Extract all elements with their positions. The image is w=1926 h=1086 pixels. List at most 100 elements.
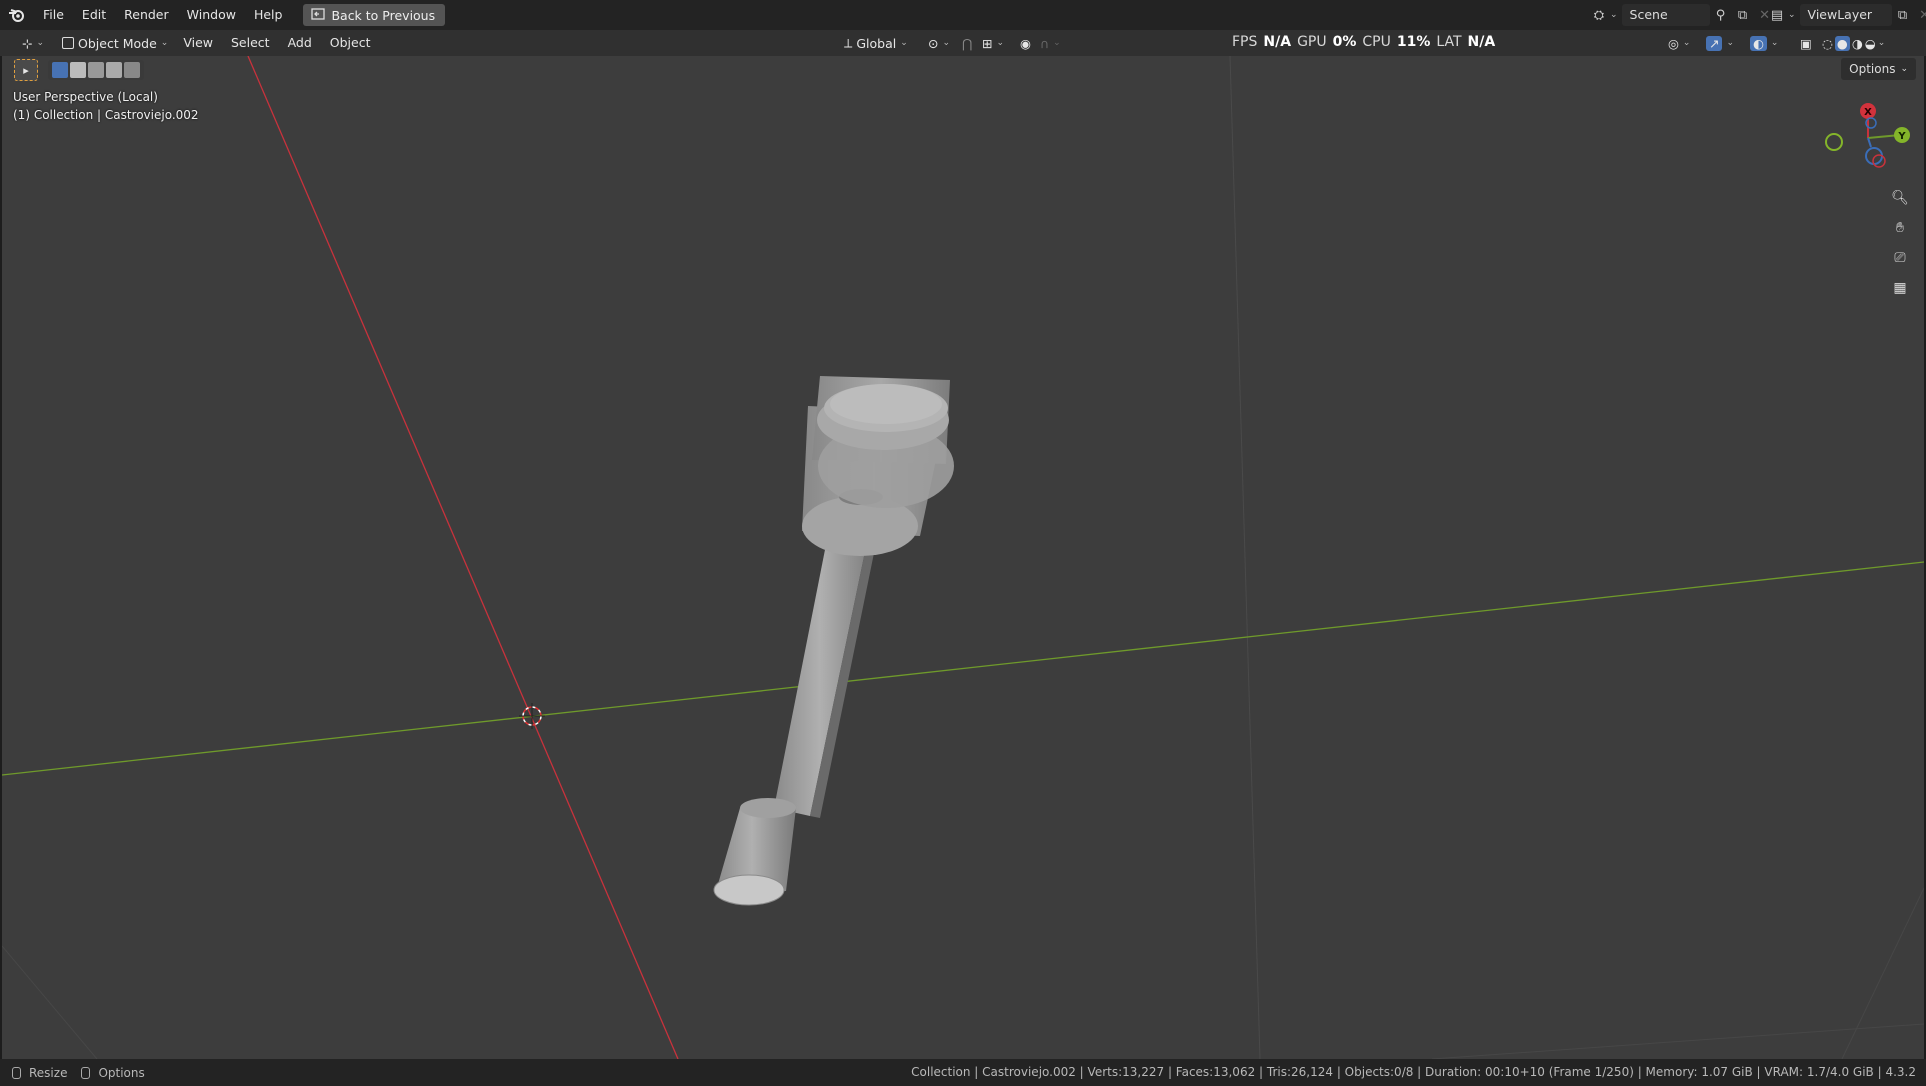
- orientation-icon: ⟂: [844, 35, 853, 50]
- mouse-right-icon: [81, 1066, 91, 1079]
- menu-edit[interactable]: Edit: [73, 4, 115, 26]
- select-invert-icon[interactable]: [106, 62, 122, 78]
- viewport-editor-icon: ⊹: [22, 35, 33, 51]
- wireframe-shading-icon[interactable]: ◌: [1822, 36, 1833, 51]
- gizmo-toggle[interactable]: ↗ ⌄: [1700, 32, 1740, 54]
- rendered-shading-icon[interactable]: ◒: [1865, 36, 1876, 51]
- menu-object[interactable]: Object: [321, 32, 380, 54]
- viewport-options-button[interactable]: Options ⌄: [1841, 58, 1916, 80]
- lat-value: N/A: [1467, 34, 1496, 50]
- snap-increment-icon: ⊞: [982, 35, 993, 51]
- gizmo-icon: ↗: [1706, 35, 1723, 51]
- pivot-icon: ⊙: [928, 35, 939, 51]
- status-bar: Resize Options Collection | Castroviejo.…: [0, 1059, 1926, 1086]
- chevron-down-icon: ⌄: [36, 38, 45, 48]
- chevron-down-icon: ⌄: [996, 38, 1005, 48]
- menu-render[interactable]: Render: [115, 4, 178, 26]
- shading-modes[interactable]: ◌ ● ◑ ◒ ⌄: [1816, 32, 1891, 54]
- mode-dropdown[interactable]: Object Mode ⌄: [56, 32, 174, 54]
- transform-orientation-dropdown[interactable]: ⟂ Global ⌄: [838, 32, 914, 54]
- pin-icon[interactable]: ⚲: [1710, 4, 1732, 26]
- gizmo-z-axis[interactable]: [1865, 147, 1883, 165]
- screen-back-icon: [311, 7, 326, 23]
- viewport-canvas: [2, 56, 1924, 1059]
- snap-target-dropdown[interactable]: ⊞ ⌄: [976, 32, 1010, 54]
- pivot-point-dropdown[interactable]: ⊙ ⌄: [922, 32, 956, 54]
- top-bar: File Edit Render Window Help Back to Pre…: [0, 0, 1926, 30]
- falloff-dropdown[interactable]: ∩ ⌄: [1034, 32, 1067, 54]
- chevron-down-icon: ⌄: [1726, 38, 1735, 48]
- falloff-curve-icon: ∩: [1040, 35, 1050, 51]
- performance-stats: FPS N/A GPU 0% CPU 11% LAT N/A: [1232, 30, 1495, 54]
- select-intersect-icon[interactable]: [124, 62, 140, 78]
- snap-toggle[interactable]: ⋂: [956, 32, 978, 54]
- chevron-down-icon: ⌄: [942, 38, 951, 48]
- camera-view-icon[interactable]: ⎚: [1886, 244, 1914, 272]
- chevron-down-icon: ⌄: [1610, 10, 1618, 20]
- navigation-gizmo[interactable]: X Y: [1824, 94, 1914, 174]
- new-view-layer-icon[interactable]: ⧉: [1892, 4, 1914, 26]
- gpu-value: 0%: [1332, 34, 1357, 50]
- select-tool-button[interactable]: ▸: [14, 59, 38, 81]
- overlays-toggle[interactable]: ◐ ⌄: [1744, 32, 1784, 54]
- select-extend-icon[interactable]: [70, 62, 86, 78]
- cpu-value: 11%: [1396, 34, 1431, 50]
- 3d-cursor-icon[interactable]: [519, 703, 545, 729]
- material-shading-icon[interactable]: ◑: [1852, 36, 1863, 51]
- editor-type-dropdown[interactable]: ⊹ ⌄: [16, 32, 50, 54]
- mouse-left-icon: [12, 1066, 21, 1079]
- menu-view[interactable]: View: [174, 32, 222, 54]
- cursor-arrow-icon: ▸: [23, 63, 29, 77]
- eye-icon: ◎: [1668, 35, 1679, 51]
- object-mode-icon: [62, 37, 75, 49]
- castroviejo-object[interactable]: [713, 376, 954, 906]
- select-tool-strip: ▸: [14, 58, 144, 82]
- proportional-editing-icon: ◉: [1020, 35, 1031, 51]
- view-layer-selector[interactable]: ▤ ⌄ ViewLayer ⧉ ✕: [1766, 4, 1926, 26]
- gizmo-x-label: X: [1864, 107, 1872, 118]
- view-layer-name-field[interactable]: ViewLayer: [1799, 4, 1892, 26]
- menu-add[interactable]: Add: [279, 32, 321, 54]
- menu-select[interactable]: Select: [222, 32, 279, 54]
- xray-icon: ▣: [1800, 35, 1812, 51]
- chevron-down-icon: ⌄: [1682, 38, 1691, 48]
- status-resize-label: Resize: [29, 1065, 68, 1080]
- 3d-viewport[interactable]: ▸ User Perspective (Local) (1) Collectio…: [2, 56, 1924, 1059]
- back-to-previous-button[interactable]: Back to Previous: [303, 4, 446, 26]
- solid-shading-icon[interactable]: ●: [1834, 35, 1850, 51]
- scene-name-field[interactable]: Scene: [1621, 4, 1710, 26]
- gizmo-y-label: Y: [1897, 131, 1906, 142]
- view-layer-icon: ▤: [1770, 7, 1784, 23]
- gpu-label: GPU: [1297, 34, 1327, 50]
- gizmo-neg-y-axis[interactable]: [1825, 133, 1843, 151]
- visibility-dropdown[interactable]: ◎ ⌄: [1662, 32, 1696, 54]
- menu-file[interactable]: File: [34, 4, 73, 26]
- cpu-label: CPU: [1362, 34, 1391, 50]
- lat-label: LAT: [1436, 34, 1462, 50]
- orthographic-grid-icon[interactable]: ▦: [1886, 274, 1914, 302]
- zoom-icon[interactable]: 🔍︎: [1886, 184, 1914, 212]
- selection-mode-group: [48, 60, 144, 80]
- mode-label: Object Mode: [78, 35, 157, 51]
- scene-statistics: Collection | Castroviejo.002 | Verts:13,…: [911, 1065, 1916, 1079]
- chevron-down-icon: ⌄: [1900, 64, 1908, 74]
- menu-help[interactable]: Help: [245, 4, 292, 26]
- chevron-down-icon: ⌄: [1053, 38, 1061, 48]
- pan-hand-icon[interactable]: ✋︎: [1886, 214, 1914, 242]
- xray-toggle[interactable]: ▣: [1794, 32, 1818, 54]
- overlays-icon: ◐: [1750, 35, 1767, 51]
- scene-selector[interactable]: ⛭ ⌄ Scene ⚲ ⧉ ✕: [1588, 4, 1776, 26]
- scene-icon: ⛭: [1593, 7, 1605, 23]
- blender-logo-icon[interactable]: [0, 0, 34, 30]
- select-set-icon[interactable]: [52, 62, 68, 78]
- chevron-down-icon: ⌄: [1877, 38, 1886, 48]
- select-subtract-icon[interactable]: [88, 62, 104, 78]
- magnet-icon: ⋂: [962, 35, 973, 51]
- menu-window[interactable]: Window: [178, 4, 245, 26]
- fps-label: FPS: [1232, 34, 1258, 50]
- delete-view-layer-icon[interactable]: ✕: [1914, 4, 1926, 26]
- grid-line: [1841, 887, 1924, 1059]
- new-scene-icon[interactable]: ⧉: [1732, 4, 1754, 26]
- chevron-down-icon: ⌄: [1788, 10, 1796, 20]
- chevron-down-icon: ⌄: [1770, 38, 1779, 48]
